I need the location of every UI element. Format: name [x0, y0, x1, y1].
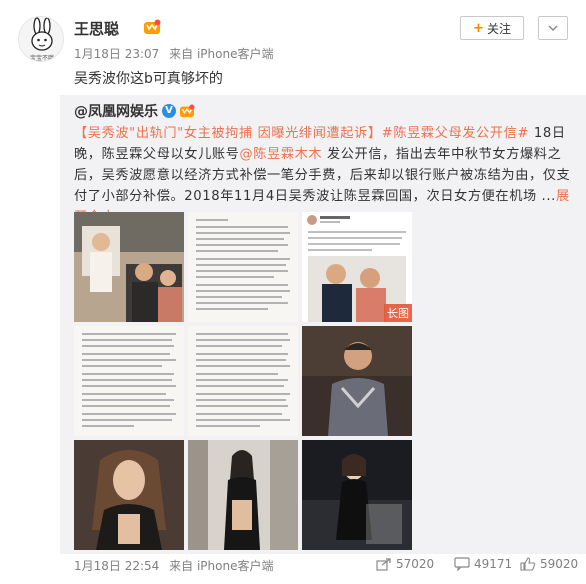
mention-link[interactable]: @陈昱霖木木 — [239, 147, 322, 162]
comment-count: 49171 — [474, 557, 513, 571]
image-letter-scan-1[interactable] — [188, 212, 298, 322]
image-letter-scan-3[interactable] — [188, 326, 298, 436]
image-photo-couple-1[interactable] — [74, 212, 184, 322]
image-photo-woman-1[interactable] — [74, 440, 184, 550]
like-count-button[interactable]: 59020 — [520, 557, 578, 571]
verified-v-icon: V — [162, 104, 176, 118]
thumbs-up-icon — [520, 557, 536, 571]
image-photo-woman-3[interactable] — [302, 440, 412, 550]
like-count: 59020 — [540, 557, 579, 571]
plus-icon: + — [473, 20, 484, 36]
follow-label: 关注 — [486, 21, 511, 36]
hashtag-link[interactable]: #陈昱霖父母发公开信# — [382, 126, 529, 141]
repost-author-link[interactable]: @凤凰网娱乐 — [74, 101, 158, 121]
avatar-caption: 宝宝不胖 — [29, 55, 54, 62]
comment-icon — [454, 557, 470, 571]
post-date[interactable]: 1月18日 23:07 — [74, 47, 159, 61]
chevron-down-icon — [548, 25, 558, 31]
long-image-tag: 长图 — [384, 304, 412, 322]
weibo-post: 宝宝不胖 王思聪 1月18日 23:07 来自 iPhone客户端 + 关注 吴… — [0, 0, 586, 584]
repost-count: 57020 — [396, 557, 435, 571]
post-text: 吴秀波你这b可真够坏的 — [74, 71, 223, 87]
repost-source: 来自 iPhone客户端 — [169, 559, 274, 573]
image-weibo-screenshot[interactable]: 长图 — [302, 212, 412, 322]
image-letter-scan-2[interactable] — [74, 326, 184, 436]
image-photo-woman-2[interactable] — [188, 440, 298, 550]
username[interactable]: 王思聪 — [74, 18, 119, 39]
repost-count-button[interactable]: 57020 — [376, 557, 434, 571]
follow-button[interactable]: + 关注 — [460, 16, 524, 40]
repost-date[interactable]: 1月18日 22:54 — [74, 559, 159, 573]
repost-card: @凤凰网娱乐 V 【吴秀波"出轨门"女主被拘捕 因曝光绯闻遭起诉】#陈昱霖父母发… — [60, 95, 586, 554]
more-menu-button[interactable] — [538, 16, 568, 40]
repost-footer-meta: 1月18日 22:54 来自 iPhone客户端 — [74, 557, 279, 574]
post-source: 来自 iPhone客户端 — [169, 47, 274, 61]
vip-crown-icon — [144, 19, 161, 34]
post-meta: 1月18日 23:07 来自 iPhone客户端 — [74, 45, 279, 62]
headline-link[interactable]: 【吴秀波"出轨门"女主被拘捕 因曝光绯闻遭起诉】 — [74, 126, 382, 141]
user-avatar[interactable]: 宝宝不胖 — [18, 16, 64, 62]
vip-crown-icon — [180, 104, 195, 118]
repost-author: @凤凰网娱乐 V — [74, 101, 195, 121]
share-icon — [376, 558, 391, 571]
comment-count-button[interactable]: 49171 — [454, 557, 512, 571]
image-photo-actor[interactable] — [302, 326, 412, 436]
